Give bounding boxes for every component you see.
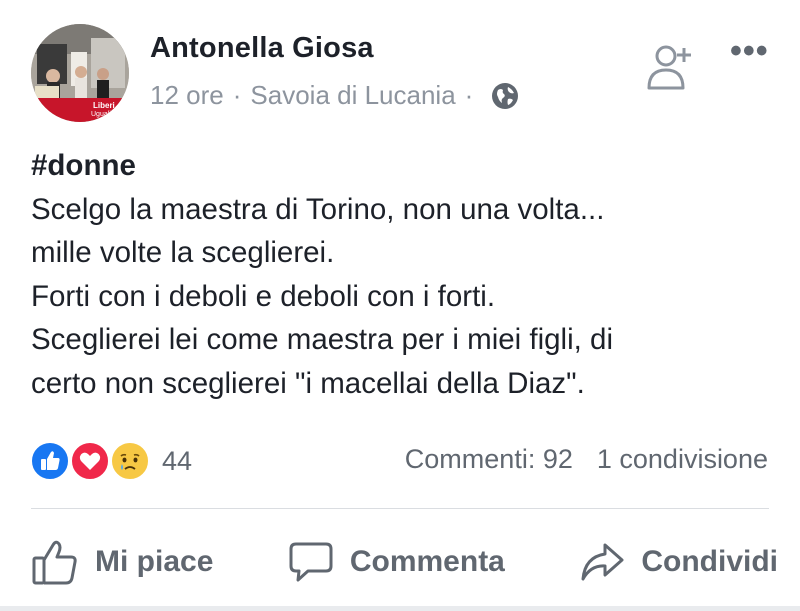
reaction-icons bbox=[30, 440, 152, 482]
post-text-line: certo non sceglierei "i macellai della D… bbox=[31, 366, 585, 400]
globe-icon bbox=[490, 81, 520, 111]
hashtag-link[interactable]: #donne bbox=[31, 144, 781, 188]
post-text-line: Sceglierei lei come maestra per i miei f… bbox=[31, 323, 614, 356]
thumbs-up-icon bbox=[32, 540, 77, 585]
post-text-line: Forti con i deboli e deboli con i forti. bbox=[31, 279, 496, 313]
post-meta: 12 ore · Savoia di Lucania · bbox=[150, 80, 520, 111]
like-button[interactable]: Mi piace bbox=[31, 537, 213, 587]
shares-count-link[interactable]: 1 condivisione bbox=[597, 444, 768, 475]
section-separator bbox=[0, 606, 800, 611]
comment-icon bbox=[289, 542, 333, 582]
post-location[interactable]: Savoia di Lucania bbox=[250, 80, 455, 111]
like-label: Mi piace bbox=[95, 545, 214, 578]
meta-separator: · bbox=[464, 80, 474, 110]
post-text-line: Scelgo la maestra di Torino, non una vol… bbox=[31, 192, 605, 226]
avatar-banner-text-1: Liberi bbox=[93, 101, 115, 110]
author-name[interactable]: Antonella Giosa bbox=[150, 32, 374, 65]
share-button[interactable]: Condividi bbox=[579, 540, 778, 584]
reactions-summary[interactable]: 44 bbox=[30, 440, 192, 482]
add-friend-icon bbox=[647, 45, 691, 90]
divider bbox=[31, 508, 769, 509]
more-options-button[interactable]: ••• bbox=[730, 34, 769, 68]
avatar-banner-text-2: Uguali bbox=[91, 111, 111, 118]
post-actions-bar: Mi piace Commenta Condividi bbox=[31, 532, 778, 592]
post-time[interactable]: 12 ore bbox=[150, 80, 224, 111]
post-stats: Commenti: 92 1 condivisione bbox=[405, 444, 768, 475]
post-text-line: mille volte la sceglierei. bbox=[31, 236, 335, 269]
comment-button[interactable]: Commenta bbox=[288, 540, 505, 584]
post-body: #donne Scelgo la maestra di Torino, non … bbox=[31, 144, 781, 405]
share-label: Condividi bbox=[641, 545, 778, 578]
like-reaction-icon bbox=[30, 441, 70, 481]
love-reaction-icon bbox=[70, 441, 110, 481]
comment-label: Commenta bbox=[349, 545, 505, 578]
comments-count-link[interactable]: Commenti: 92 bbox=[405, 444, 573, 475]
meta-separator: · bbox=[232, 80, 242, 110]
sad-reaction-icon bbox=[110, 441, 150, 481]
reactions-count: 44 bbox=[162, 445, 193, 476]
share-arrow-icon bbox=[581, 543, 624, 581]
avatar[interactable]: Liberi Uguali bbox=[31, 24, 129, 122]
add-friend-button[interactable] bbox=[644, 42, 696, 94]
